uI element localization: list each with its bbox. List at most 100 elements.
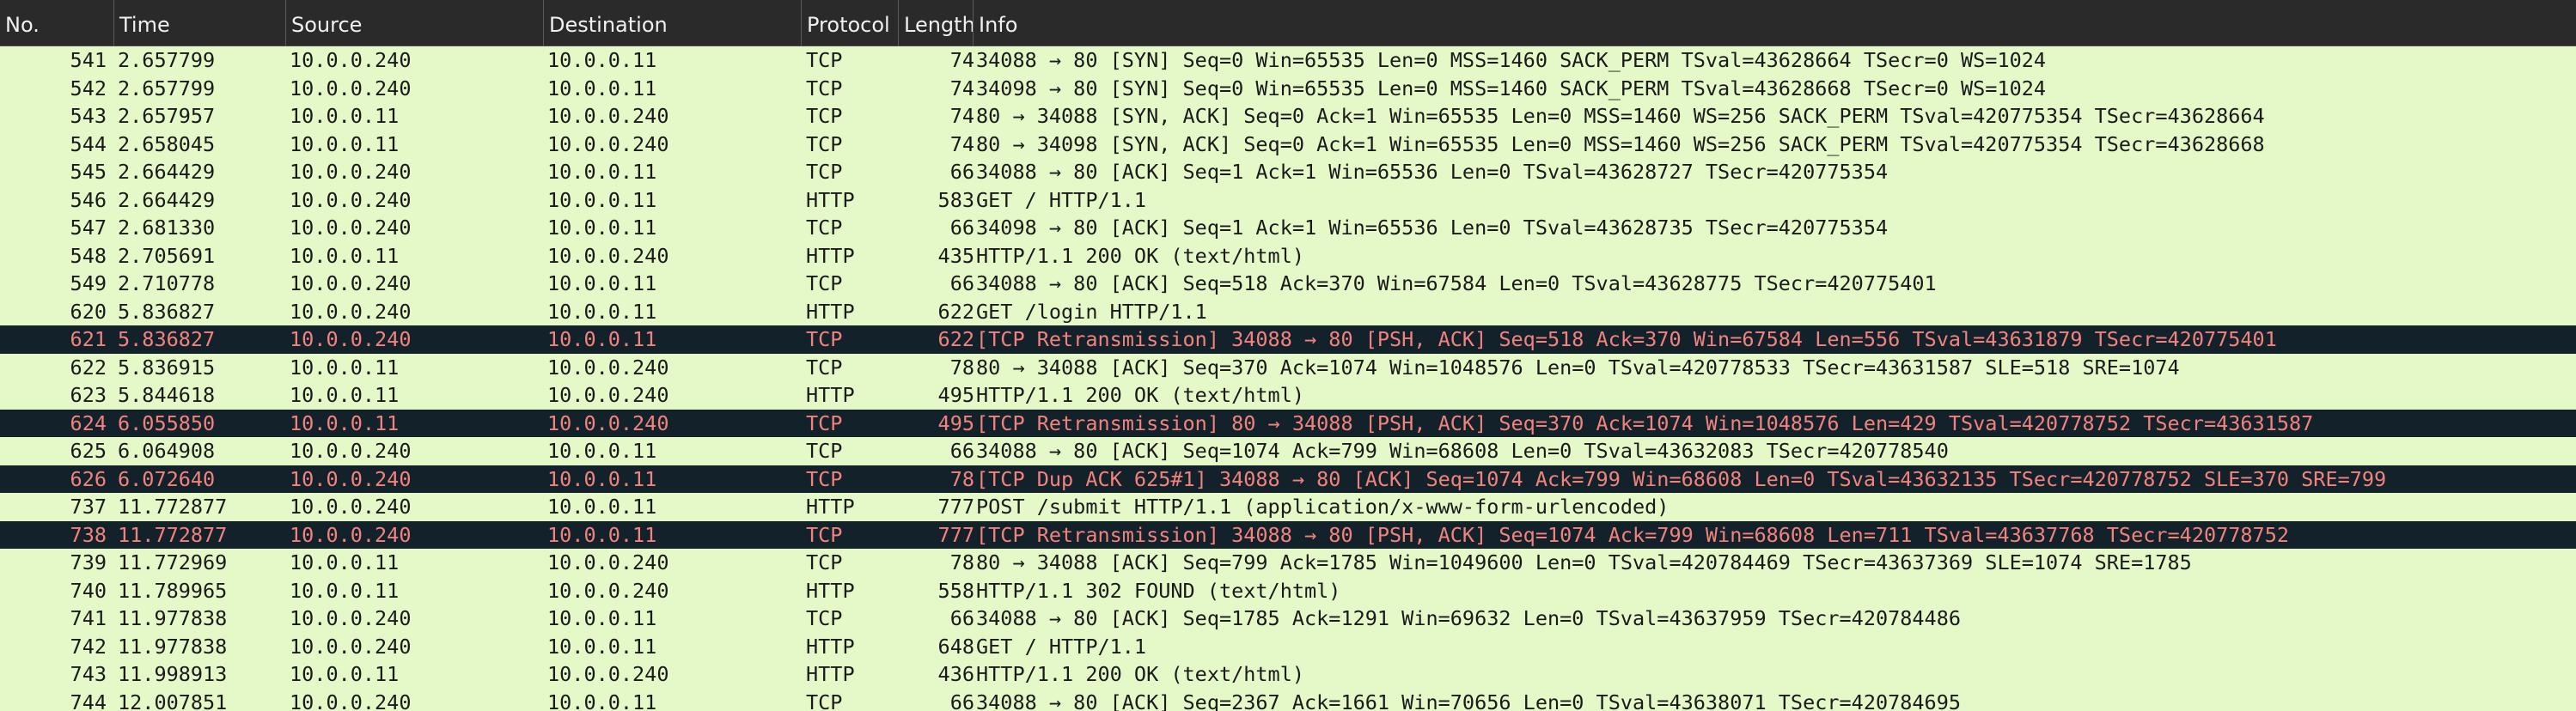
- packet-protocol-cell: TCP: [806, 76, 843, 100]
- packet-number-cell: 624: [70, 410, 107, 435]
- packet-time-cell: 2.664429: [118, 187, 216, 212]
- packet-protocol-cell: TCP: [806, 690, 843, 711]
- packet-number-cell: 549: [70, 271, 107, 295]
- packet-number-cell: 744: [70, 690, 107, 711]
- packet-destination-cell: 10.0.0.240: [547, 550, 669, 574]
- packet-time-cell: 11.772969: [118, 550, 228, 574]
- packet-time-cell: 5.836915: [118, 355, 216, 380]
- packet-row[interactable]: 546 2.664429 10.0.0.240 10.0.0.11 HTTP 583 GET…: [0, 185, 2576, 214]
- packet-row[interactable]: 741 11.977838 10.0.0.240 10.0.0.11 TCP 66 3408…: [0, 605, 2576, 633]
- packet-destination-cell: 10.0.0.240: [547, 578, 669, 603]
- packet-row[interactable]: 626 6.072640 10.0.0.240 10.0.0.11 TCP 78 [TCP …: [0, 465, 2576, 493]
- packet-protocol-cell: TCP: [806, 131, 843, 156]
- packet-number-cell: 622: [70, 355, 107, 380]
- packet-number-cell: 741: [70, 606, 107, 630]
- packet-time-cell: 6.055850: [118, 410, 216, 435]
- packet-number-cell: 541: [70, 48, 107, 72]
- packet-source-cell: 10.0.0.11: [290, 355, 400, 380]
- column-header-protocol[interactable]: Protocol: [802, 0, 899, 46]
- packet-protocol-cell: HTTP: [806, 495, 855, 519]
- packet-row[interactable]: 543 2.657957 10.0.0.11 10.0.0.240 TCP 74 80 → …: [0, 102, 2576, 131]
- packet-row[interactable]: 744 12.007851 10.0.0.240 10.0.0.11 TCP 66 3408…: [0, 688, 2576, 711]
- packet-length-cell: 66: [949, 439, 974, 463]
- packet-row[interactable]: 545 2.664429 10.0.0.240 10.0.0.11 TCP 66 34088…: [0, 158, 2576, 186]
- packet-time-cell: 6.064908: [118, 439, 216, 463]
- packet-info-cell: 80 → 34088 [ACK] Seq=370 Ack=1074 Win=10…: [976, 355, 2180, 380]
- packet-source-cell: 10.0.0.11: [290, 662, 400, 686]
- packet-source-cell: 10.0.0.11: [290, 383, 400, 407]
- packet-length-cell: 66: [949, 606, 974, 630]
- packet-length-cell: 622: [937, 327, 974, 351]
- packet-source-cell: 10.0.0.240: [290, 187, 412, 212]
- packet-row[interactable]: 548 2.705691 10.0.0.11 10.0.0.240 HTTP 435 HTT…: [0, 241, 2576, 270]
- packet-source-cell: 10.0.0.240: [290, 76, 412, 100]
- packet-info-cell: HTTP/1.1 200 OK (text/html): [976, 383, 1305, 407]
- packet-row[interactable]: 621 5.836827 10.0.0.240 10.0.0.11 TCP 622 [TCP…: [0, 325, 2576, 354]
- packet-info-cell: [TCP Dup ACK 625#1] 34088 → 80 [ACK] Seq…: [976, 466, 2387, 491]
- packet-time-cell: 2.658045: [118, 131, 216, 156]
- column-header-source[interactable]: Source: [286, 0, 544, 46]
- packet-protocol-cell: HTTP: [806, 299, 855, 324]
- column-header-destination[interactable]: Destination: [544, 0, 802, 46]
- packet-row[interactable]: 544 2.658045 10.0.0.11 10.0.0.240 TCP 74 80 → …: [0, 130, 2576, 158]
- column-header-info[interactable]: Info: [974, 0, 2576, 46]
- packet-length-cell: 583: [937, 187, 974, 212]
- packet-protocol-cell: HTTP: [806, 383, 855, 407]
- packet-length-cell: 74: [949, 104, 974, 128]
- packet-row[interactable]: 625 6.064908 10.0.0.240 10.0.0.11 TCP 66 34088…: [0, 437, 2576, 465]
- packet-info-cell: 34098 → 80 [ACK] Seq=1 Ack=1 Win=65536 L…: [976, 216, 1889, 240]
- packet-destination-cell: 10.0.0.240: [547, 355, 669, 380]
- packet-source-cell: 10.0.0.240: [290, 439, 412, 463]
- packet-number-cell: 625: [70, 439, 107, 463]
- packet-row[interactable]: 742 11.977838 10.0.0.240 10.0.0.11 HTTP 648 GE…: [0, 632, 2576, 660]
- packet-time-cell: 5.836827: [118, 299, 216, 324]
- packet-number-cell: 742: [70, 634, 107, 659]
- packet-source-cell: 10.0.0.11: [290, 131, 400, 156]
- packet-length-cell: 66: [949, 690, 974, 711]
- column-header-time[interactable]: Time: [114, 0, 286, 46]
- packet-row[interactable]: 623 5.844618 10.0.0.11 10.0.0.240 HTTP 495 HTT…: [0, 381, 2576, 410]
- packet-row[interactable]: 542 2.657799 10.0.0.240 10.0.0.11 TCP 74 34098…: [0, 74, 2576, 102]
- packet-protocol-cell: TCP: [806, 271, 843, 295]
- packet-row[interactable]: 739 11.772969 10.0.0.11 10.0.0.240 TCP 78 80 →…: [0, 549, 2576, 577]
- packet-number-cell: 544: [70, 131, 107, 156]
- packet-time-cell: 5.844618: [118, 383, 216, 407]
- packet-length-cell: 66: [949, 216, 974, 240]
- packet-row[interactable]: 737 11.772877 10.0.0.240 10.0.0.11 HTTP 777 PO…: [0, 493, 2576, 521]
- packet-row[interactable]: 738 11.772877 10.0.0.240 10.0.0.11 TCP 777 [TC…: [0, 520, 2576, 549]
- packet-number-cell: 543: [70, 104, 107, 128]
- packet-info-cell: GET /login HTTP/1.1: [976, 299, 1207, 324]
- packet-row[interactable]: 547 2.681330 10.0.0.240 10.0.0.11 TCP 66 34098…: [0, 214, 2576, 242]
- packet-destination-cell: 10.0.0.240: [547, 243, 669, 268]
- packet-row[interactable]: 541 2.657799 10.0.0.240 10.0.0.11 TCP 74 34088…: [0, 46, 2576, 75]
- packet-destination-cell: 10.0.0.11: [547, 690, 657, 711]
- packet-destination-cell: 10.0.0.11: [547, 48, 657, 72]
- packet-source-cell: 10.0.0.240: [290, 495, 412, 519]
- packet-length-cell: 74: [949, 48, 974, 72]
- packet-destination-cell: 10.0.0.240: [547, 104, 669, 128]
- packet-protocol-cell: TCP: [806, 327, 843, 351]
- packet-protocol-cell: TCP: [806, 410, 843, 435]
- packet-row[interactable]: 549 2.710778 10.0.0.240 10.0.0.11 TCP 66 34088…: [0, 270, 2576, 298]
- packet-row[interactable]: 622 5.836915 10.0.0.11 10.0.0.240 TCP 78 80 → …: [0, 353, 2576, 381]
- packet-length-cell: 648: [937, 634, 974, 659]
- packet-time-cell: 2.705691: [118, 243, 216, 268]
- column-header-no[interactable]: No.: [0, 0, 114, 46]
- packet-destination-cell: 10.0.0.11: [547, 439, 657, 463]
- packet-source-cell: 10.0.0.240: [290, 160, 412, 184]
- packet-info-cell: [TCP Retransmission] 34088 → 80 [PSH, AC…: [976, 327, 2277, 351]
- packet-row[interactable]: 624 6.055850 10.0.0.11 10.0.0.240 TCP 495 [TCP…: [0, 409, 2576, 437]
- packet-source-cell: 10.0.0.240: [290, 690, 412, 711]
- packet-length-cell: 435: [937, 243, 974, 268]
- packet-destination-cell: 10.0.0.11: [547, 187, 657, 212]
- packet-info-cell: [TCP Retransmission] 34088 → 80 [PSH, AC…: [976, 522, 2290, 547]
- packet-source-cell: 10.0.0.240: [290, 271, 412, 295]
- packet-info-cell: 34088 → 80 [SYN] Seq=0 Win=65535 Len=0 M…: [976, 48, 2047, 72]
- packet-row[interactable]: 740 11.789965 10.0.0.11 10.0.0.240 HTTP 558 HT…: [0, 576, 2576, 605]
- packet-row[interactable]: 620 5.836827 10.0.0.240 10.0.0.11 HTTP 622 GET…: [0, 297, 2576, 325]
- packet-protocol-cell: HTTP: [806, 662, 855, 686]
- column-header-length[interactable]: Length: [899, 0, 974, 46]
- packet-info-cell: 34088 → 80 [ACK] Seq=2367 Ack=1661 Win=7…: [976, 690, 1962, 711]
- packet-info-cell: 34088 → 80 [ACK] Seq=1074 Ack=799 Win=68…: [976, 439, 1949, 463]
- packet-row[interactable]: 743 11.998913 10.0.0.11 10.0.0.240 HTTP 436 HT…: [0, 660, 2576, 689]
